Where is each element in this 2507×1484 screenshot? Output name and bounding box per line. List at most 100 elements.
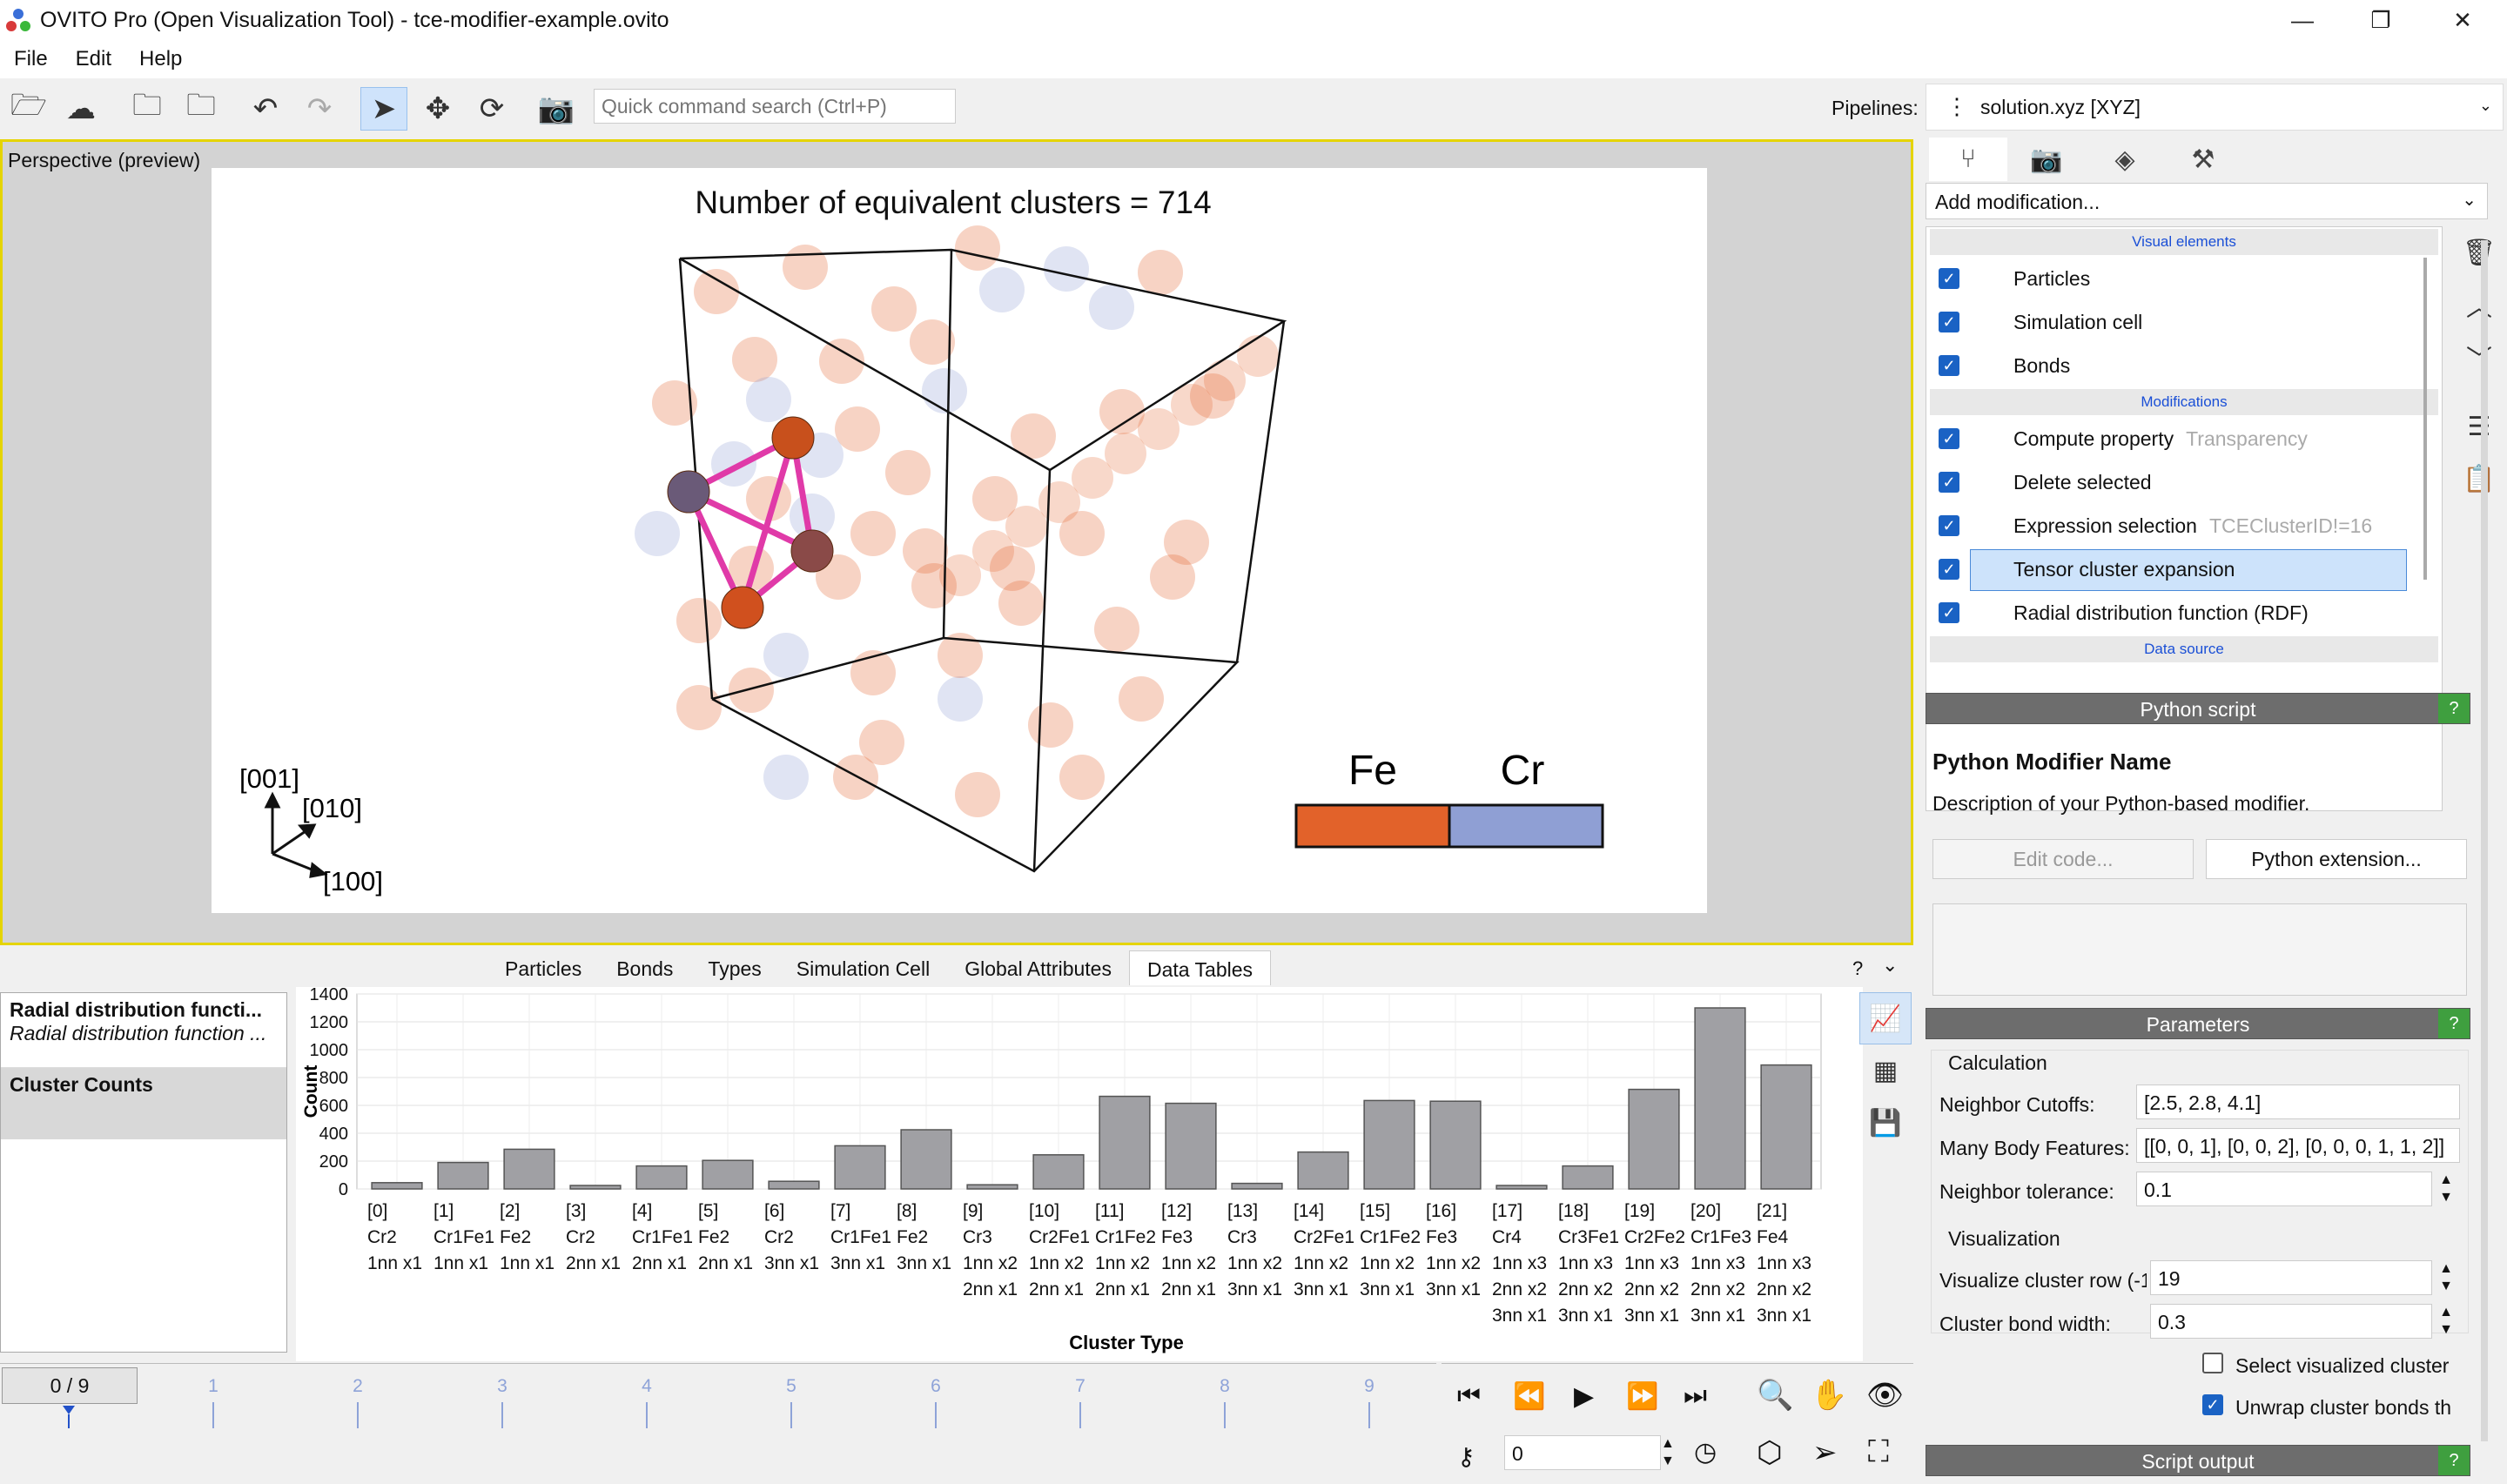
save-session-icon[interactable]: 🗀 (124, 87, 171, 131)
clipboard-icon[interactable]: 📋 (2453, 453, 2505, 505)
save-data-icon[interactable]: 💾 (1859, 1097, 1912, 1149)
pipeline-item-delete-selected[interactable]: ✓ Delete selected (1926, 460, 2442, 504)
checkbox-checked-icon[interactable]: ✓ (1939, 355, 1959, 376)
render-tab-icon[interactable]: 📷 (2007, 138, 2086, 181)
help-icon[interactable]: ? (2438, 1446, 2470, 1475)
collapse-inspector-icon[interactable]: ⌄ (1882, 954, 1898, 977)
table-item-rdf[interactable]: Radial distribution functi... Radial dis… (1, 993, 286, 1068)
pipeline-item-particles[interactable]: ✓ Particles (1926, 257, 2442, 300)
pipeline-item-text: Expression selection TCEClusterID!=16 (2013, 514, 2372, 538)
neighbor-cutoffs-field[interactable]: [2.5, 2.8, 4.1] (2136, 1084, 2460, 1119)
pipeline-scrollbar[interactable] (2423, 258, 2427, 580)
restore-button[interactable]: ❐ (2342, 0, 2420, 40)
python-extension-button[interactable]: Python extension... (2206, 839, 2467, 879)
tab-global-attributes[interactable]: Global Attributes (947, 950, 1129, 985)
checkbox-checked-icon[interactable]: ✓ (1939, 472, 1959, 493)
move-down-icon[interactable]: ﹀ (2453, 331, 2505, 383)
export-icon[interactable]: 🗀 (178, 87, 225, 131)
tab-data-tables[interactable]: Data Tables (1128, 950, 1272, 985)
play-icon[interactable]: ▶ (1574, 1381, 1594, 1412)
pipeline-item-simulation-cell[interactable]: ✓ Simulation cell (1926, 300, 2442, 344)
viewport-caption[interactable]: Perspective (preview) (8, 149, 200, 172)
previous-frame-icon[interactable]: ⏪ (1513, 1381, 1545, 1412)
orbit-eye-icon[interactable]: 👁 (1866, 1378, 1904, 1413)
frame-spinner[interactable]: 0 (1504, 1435, 1661, 1470)
checkbox-checked-icon[interactable]: ✓ (1939, 559, 1959, 580)
close-button[interactable]: ✕ (2423, 0, 2502, 40)
command-search-input[interactable] (594, 89, 956, 124)
open-file-icon[interactable]: 🗁 (5, 87, 52, 131)
inspector-help-icon[interactable]: ? (1852, 957, 1863, 980)
python-script-header[interactable]: Python script ? (1926, 693, 2470, 724)
tab-simulation-cell[interactable]: Simulation Cell (779, 950, 947, 985)
next-frame-icon[interactable]: ⏩ (1626, 1381, 1658, 1412)
view-type-icon[interactable]: ⬡ (1757, 1435, 1783, 1470)
spinner-arrows-icon[interactable]: ▲ ▼ (2436, 1304, 2457, 1339)
pipeline-item-tensor-cluster-expansion[interactable]: ✓ Tensor cluster expansion (1926, 547, 2442, 591)
spinner-arrows-icon[interactable]: ▲ ▼ (2436, 1172, 2457, 1206)
select-visualized-checkbox[interactable] (2202, 1353, 2223, 1373)
redo-icon[interactable]: ↷ (296, 87, 343, 131)
menu-edit[interactable]: Edit (76, 47, 111, 71)
rotate-mode-icon[interactable]: ⟳ (468, 87, 515, 131)
zoom-icon[interactable]: 🔍 (1757, 1378, 1793, 1413)
checkbox-checked-icon[interactable]: ✓ (1939, 428, 1959, 449)
tab-particles[interactable]: Particles (487, 950, 599, 985)
help-icon[interactable]: ? (2438, 694, 2470, 723)
pipeline-tab-icon[interactable]: ⑂ (1929, 138, 2007, 181)
viewport-perspective[interactable]: Perspective (preview) Number of equivale… (0, 139, 1913, 945)
add-modification-select[interactable]: Add modification... ⌄ (1926, 183, 2488, 219)
table-item-cluster-counts[interactable]: Cluster Counts (1, 1068, 286, 1139)
atom (1044, 246, 1089, 292)
menu-file[interactable]: File (14, 47, 48, 71)
pipeline-selector[interactable]: ⋮ solution.xyz [XYZ] ⌄ (1926, 84, 2504, 131)
overlays-tab-icon[interactable]: ◈ (2086, 138, 2164, 181)
render-camera-icon[interactable]: 📷 (533, 87, 580, 131)
visualize-cluster-field[interactable]: 19 (2150, 1260, 2432, 1295)
pipeline-item-compute-property[interactable]: ✓ Compute property Transparency (1926, 417, 2442, 460)
checkbox-checked-icon[interactable]: ✓ (1939, 312, 1959, 332)
pipeline-item-label: Compute property (2013, 426, 2174, 450)
first-frame-icon[interactable]: ⏮ (1457, 1381, 1481, 1411)
animation-timeline[interactable]: 0 / 9 123456789 (0, 1363, 1436, 1483)
move-up-icon[interactable]: ︿ (2453, 279, 2505, 331)
utilities-tab-icon[interactable]: ⚒ (2164, 138, 2242, 181)
minimize-button[interactable]: — (2263, 0, 2342, 40)
group-icon[interactable]: ☰ (2453, 400, 2505, 453)
bond-width-field[interactable]: 0.3 (2150, 1304, 2432, 1339)
load-remote-icon[interactable]: ☁ (57, 87, 104, 131)
table-view-icon[interactable]: ▦ (1859, 1044, 1912, 1097)
fly-mode-icon[interactable]: ➢ (1812, 1435, 1838, 1470)
many-body-features-field[interactable]: [[0, 0, 1], [0, 0, 2], [0, 0, 0, 1, 1, 2… (2136, 1128, 2460, 1163)
spinner-arrows-icon[interactable]: ▲ ▼ (2436, 1260, 2457, 1295)
checkbox-checked-icon[interactable]: ✓ (1939, 268, 1959, 289)
zoom-all-icon[interactable]: ⛶ (1868, 1435, 1889, 1469)
checkbox-checked-icon[interactable]: ✓ (1939, 602, 1959, 623)
unwrap-bonds-checkbox[interactable]: ✓ (2202, 1394, 2223, 1415)
tab-bonds[interactable]: Bonds (599, 950, 690, 985)
checkbox-checked-icon[interactable]: ✓ (1939, 515, 1959, 536)
last-frame-icon[interactable]: ⏭ (1684, 1381, 1707, 1411)
pipeline-item-rdf[interactable]: ✓ Radial distribution function (RDF) (1926, 591, 2442, 635)
tab-types[interactable]: Types (690, 950, 778, 985)
group-title: Parameters (2146, 1013, 2250, 1036)
spinner-arrows-icon[interactable]: ▲ ▼ (1661, 1435, 1680, 1470)
help-icon[interactable]: ? (2438, 1009, 2470, 1038)
pipeline-item-expression-selection[interactable]: ✓ Expression selection TCEClusterID!=16 (1926, 504, 2442, 547)
pipeline-menu-icon[interactable]: ⋮ (1946, 93, 1968, 120)
menu-help[interactable]: Help (139, 47, 182, 71)
move-mode-icon[interactable]: ✥ (414, 87, 461, 131)
pan-icon[interactable]: ✋ (1811, 1378, 1847, 1413)
delete-icon[interactable]: 🗑 (2453, 226, 2505, 279)
neighbor-tolerance-field[interactable]: 0.1 (2136, 1172, 2432, 1206)
panel-scrollbar[interactable] (2481, 240, 2488, 1441)
atom (955, 772, 1000, 817)
selection-mode-icon[interactable]: ➤ (360, 87, 407, 131)
edit-code-button[interactable]: Edit code... (1932, 839, 2194, 879)
script-output-header[interactable]: Script output ? (1926, 1445, 2470, 1476)
line-chart-icon[interactable]: 📈 (1859, 992, 1912, 1044)
undo-icon[interactable]: ↶ (242, 87, 289, 131)
pipeline-item-bonds[interactable]: ✓ Bonds (1926, 344, 2442, 387)
animation-settings-icon[interactable]: ◷ (1694, 1437, 1717, 1467)
parameters-header[interactable]: Parameters ? (1926, 1008, 2470, 1039)
